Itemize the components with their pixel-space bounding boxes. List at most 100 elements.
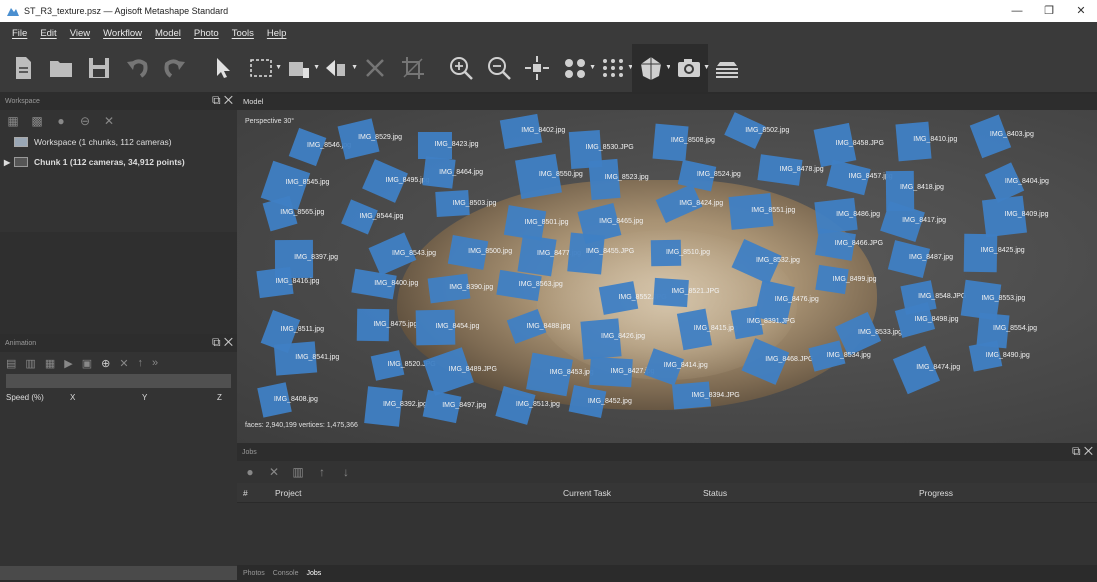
save-track-icon[interactable]: ▣ (82, 357, 92, 370)
camera-label: IMG_8425.jpg (980, 247, 1025, 255)
camera-label: IMG_8513.jpg (515, 400, 560, 408)
minimize-button[interactable]: — (1001, 0, 1033, 22)
open-button[interactable] (42, 44, 80, 92)
delete-selection-button[interactable] (356, 44, 394, 92)
save-button[interactable] (80, 44, 118, 92)
menu-tools[interactable]: Tools (232, 28, 254, 39)
trash-icon[interactable]: ▥ (291, 465, 305, 479)
menu-edit[interactable]: Edit (40, 28, 56, 39)
workspace-toolbar: ▦ ▩ ● ⊖ ✕ (0, 110, 237, 132)
rectangle-selection-icon (250, 59, 272, 77)
export-track-icon[interactable]: ▦ (45, 357, 55, 370)
camera-label: IMG_8511.jpg (280, 326, 325, 334)
point-size-button[interactable]: ▼ (556, 44, 596, 92)
jobs-toolbar: ● ✕ ▥ ↑ ↓ (237, 461, 1097, 483)
open-track-icon[interactable]: ▥ (25, 357, 35, 370)
close-button[interactable]: ✕ (1065, 0, 1097, 22)
zoom-out-button[interactable] (480, 44, 518, 92)
camera-label: IMG_8466.JPG (834, 240, 884, 248)
camera-label: IMG_8391.JPG (746, 317, 796, 325)
rotate-object-button[interactable]: ▼ (318, 44, 358, 92)
jobs-columns: # Project Current Task Status Progress (237, 483, 1097, 503)
disable-icon[interactable]: ⊖ (78, 114, 92, 128)
delete-keyframe-icon[interactable]: ✕ (119, 357, 128, 370)
undo-button[interactable] (118, 44, 156, 92)
enable-icon[interactable]: ● (54, 114, 68, 128)
workspace-panel: Workspace ⧉ ✕ ▦ ▩ ● ⊖ ✕ Workspace (1 chu… (0, 92, 237, 232)
menu-file[interactable]: File (12, 28, 27, 39)
col-y: Y (142, 392, 148, 402)
remove-job-icon[interactable]: ✕ (267, 465, 281, 479)
camera-label: IMG_8490.jpg (985, 351, 1030, 359)
jobs-panel-header: Jobs ⧉ ✕ (237, 443, 1097, 461)
workspace-empty-area (0, 232, 237, 334)
chunk-row[interactable]: ▶ Chunk 1 (112 cameras, 34,912 points) (0, 152, 237, 172)
jobs-panel-title: Jobs (242, 448, 257, 456)
move-up-icon[interactable]: ↑ (315, 465, 329, 479)
menu-photo[interactable]: Photo (194, 28, 219, 39)
col-number: # (243, 487, 248, 498)
rectangle-selection-button[interactable]: ▼ (242, 44, 282, 92)
show-cameras-button[interactable]: ▼ (670, 44, 710, 92)
add-keyframe-icon[interactable]: ⊕ (101, 357, 110, 370)
point-cloud-button[interactable]: ▼ (594, 44, 634, 92)
left-horizontal-scrollbar[interactable] (0, 566, 237, 580)
camera-label: IMG_8474.jpg (916, 364, 961, 372)
menu-bar: File Edit View Workflow Model Photo Tool… (0, 22, 1097, 44)
navigation-button[interactable] (204, 44, 242, 92)
start-job-icon[interactable]: ● (243, 465, 257, 479)
expand-arrow-icon[interactable]: ▶ (4, 158, 14, 167)
title-bar: ST_R3_texture.psz — Agisoft Metashape St… (0, 0, 1097, 22)
col-x: X (70, 392, 76, 402)
model-shaded-button[interactable]: ▼ (632, 44, 672, 92)
model-tab[interactable]: Model (237, 94, 1097, 110)
animation-panel: Animation ⧉ ✕ ▤ ▥ ▦ ▶ ▣ ⊕ ✕ ↑ » Speed (%… (0, 334, 237, 566)
panel-float-close-icon[interactable]: ⧉ ✕ (212, 93, 233, 108)
camera-label: IMG_8414.jpg (663, 362, 708, 370)
camera-label: IMG_8503.jpg (452, 200, 497, 208)
new-document-button[interactable] (4, 44, 42, 92)
metashape-app-icon (7, 8, 19, 16)
camera-label: IMG_8390.jpg (449, 284, 494, 292)
move-up-icon[interactable]: ↑ (138, 357, 144, 369)
camera-label: IMG_8521.JPG (671, 288, 720, 296)
tab-photos[interactable]: Photos (243, 570, 265, 577)
play-icon[interactable]: ▶ (64, 357, 72, 370)
move-region-button[interactable]: ▼ (280, 44, 320, 92)
delete-x-icon (366, 59, 384, 77)
reset-view-button[interactable] (518, 44, 556, 92)
more-icon[interactable]: » (152, 357, 158, 369)
tab-console[interactable]: Console (273, 570, 299, 577)
menu-model[interactable]: Model (155, 28, 181, 39)
chunk-label: Chunk 1 (112 cameras, 34,912 points) (34, 157, 185, 167)
add-photos-icon[interactable]: ▩ (30, 114, 44, 128)
maximize-button[interactable]: ❐ (1033, 0, 1065, 22)
workspace-root-row[interactable]: Workspace (1 chunks, 112 cameras) (0, 132, 237, 152)
model-viewport[interactable]: IMG_8546.jpg IMG_8529.jpg IMG_8423.jpg IMG_… (237, 110, 1097, 443)
zoom-in-button[interactable] (442, 44, 480, 92)
menu-workflow[interactable]: Workflow (103, 28, 142, 39)
move-region-icon (289, 62, 309, 78)
timeline-scrollbar[interactable] (6, 374, 231, 388)
panel-float-close-icon[interactable]: ⧉ ✕ (212, 335, 233, 350)
camera-label: IMG_8416.jpg (275, 278, 320, 286)
panel-float-close-icon[interactable]: ⧉ ✕ (1072, 444, 1093, 459)
camera-label: IMG_8487.jpg (909, 254, 954, 262)
add-chunk-icon[interactable]: ▦ (6, 114, 20, 128)
tab-jobs[interactable]: Jobs (306, 570, 321, 577)
cursor-arrow-icon (217, 58, 230, 78)
crop-selection-button[interactable] (394, 44, 432, 92)
zoom-in-icon (450, 57, 473, 80)
camera-icon (678, 59, 700, 77)
show-layers-button[interactable] (708, 44, 746, 92)
redo-button[interactable] (156, 44, 194, 92)
remove-icon[interactable]: ✕ (102, 114, 116, 128)
new-track-icon[interactable]: ▤ (6, 357, 16, 370)
menu-view[interactable]: View (70, 28, 90, 39)
menu-help[interactable]: Help (267, 28, 287, 39)
crop-icon (402, 57, 424, 79)
camera-label: IMG_8534.jpg (826, 351, 871, 359)
move-down-icon[interactable]: ↓ (339, 465, 353, 479)
camera-label: IMG_8486.jpg (836, 210, 881, 218)
camera-label: IMG_8402.jpg (521, 126, 566, 134)
